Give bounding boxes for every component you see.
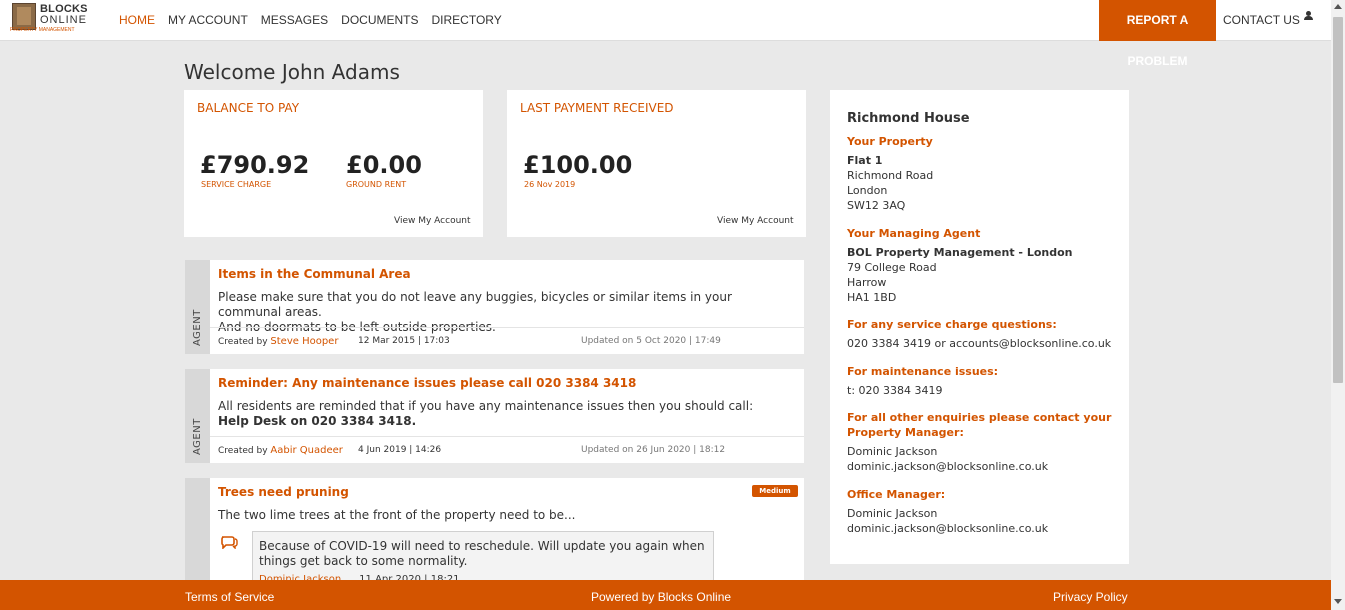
logo-text-3: PROPERTY MANAGEMENT [10,27,75,33]
post-author[interactable]: Steve Hooper [270,336,338,347]
page-title: Welcome John Adams [184,60,400,84]
post-body: All residents are reminded that if you h… [218,399,754,428]
post-tag: AGENT [185,260,210,354]
enquiries-heading: For all other enquiries please contact y… [847,411,1112,439]
post-side [185,478,210,580]
property-info-panel: Richmond House Your Property Flat 1 Rich… [830,90,1129,564]
news-post: AGENT Reminder: Any maintenance issues p… [185,369,804,463]
office-manager-heading: Office Manager: [847,488,946,501]
post-footer: Created by Aabir Quadeer 4 Jun 2019 | 14… [210,436,804,463]
building-name: Richmond House [847,111,970,126]
property-manager-contact: Dominic Jackson dominic.jackson@blockson… [847,445,1049,473]
page-scrollbar[interactable] [1331,0,1345,610]
contact-us-link[interactable]: CONTACT US [1223,13,1300,27]
property-heading: Your Property [847,135,933,148]
post-tag: AGENT [185,369,210,463]
view-my-account-link[interactable]: View My Account [394,216,471,226]
priority-badge: Medium [752,485,798,497]
main-menu: HOME MY ACCOUNT MESSAGES DOCUMENTS DIREC… [119,13,515,27]
page-footer: Terms of Service Powered by Blocks Onlin… [0,580,1331,610]
post-created: Created by Aabir Quadeer [218,445,343,456]
service-charge-amount: £790.92 [200,151,310,179]
balance-title: BALANCE TO PAY [197,101,300,115]
nav-my-account[interactable]: MY ACCOUNT [168,13,248,27]
view-my-account-link[interactable]: View My Account [717,216,794,226]
top-nav: BLOCKS ONLINE PROPERTY MANAGEMENT HOME M… [0,0,1331,68]
post-updated: Updated on 26 Jun 2020 | 18:12 [581,445,726,455]
report-problem-button[interactable]: REPORT A PROBLEM [1099,0,1216,68]
service-charge-heading: For any service charge questions: [847,318,1057,331]
nav-messages[interactable]: MESSAGES [261,13,328,27]
service-charge-contact: 020 3384 3419 or accounts@blocksonline.c… [847,337,1112,350]
nav-directory[interactable]: DIRECTORY [432,13,502,27]
comment-text: Because of COVID-19 will need to resched… [259,539,705,568]
news-post: AGENT Items in the Communal Area Please … [185,260,804,354]
logo-icon [12,3,36,30]
property-address: Flat 1 Richmond Road London SW12 3AQ [847,154,934,212]
scroll-thumb[interactable] [1333,17,1343,383]
balance-card: BALANCE TO PAY £790.92 SERVICE CHARGE £0… [184,90,483,237]
last-payment-date: 26 Nov 2019 [524,180,576,189]
service-charge-label: SERVICE CHARGE [201,180,272,189]
maintenance-heading: For maintenance issues: [847,365,999,378]
last-payment-amount: £100.00 [523,151,633,179]
scroll-down-icon[interactable] [1334,599,1342,604]
post-title[interactable]: Items in the Communal Area [218,267,411,281]
blocks-online-logo[interactable]: BLOCKS ONLINE PROPERTY MANAGEMENT [10,1,87,35]
scroll-up-icon[interactable] [1334,4,1342,9]
last-payment-card: LAST PAYMENT RECEIVED £100.00 26 Nov 201… [507,90,806,237]
nav-home[interactable]: HOME [119,13,155,27]
comment-icon [221,536,238,549]
post-footer: Created by Steve Hooper 12 Mar 2015 | 17… [210,327,804,354]
user-icon[interactable] [1303,11,1313,21]
post-title[interactable]: Reminder: Any maintenance issues please … [218,376,636,390]
logo-text-2: ONLINE [40,14,87,26]
terms-link[interactable]: Terms of Service [185,590,274,604]
post-title[interactable]: Trees need pruning [218,485,349,499]
office-manager-contact: Dominic Jackson dominic.jackson@blockson… [847,507,1049,535]
post-date: 4 Jun 2019 | 14:26 [358,445,442,455]
nav-documents[interactable]: DOCUMENTS [341,13,418,27]
maintenance-contact: t: 020 3384 3419 [847,384,943,397]
post-created: Created by Steve Hooper [218,336,339,347]
agent-heading: Your Managing Agent [847,227,981,240]
post-body: The two lime trees at the front of the p… [218,508,576,522]
last-payment-title: LAST PAYMENT RECEIVED [520,101,674,115]
post-author[interactable]: Aabir Quadeer [270,445,343,456]
ground-rent-amount: £0.00 [346,151,422,179]
ground-rent-label: GROUND RENT [346,180,407,189]
powered-by-link[interactable]: Powered by Blocks Online [591,590,731,604]
privacy-link[interactable]: Privacy Policy [1053,590,1128,604]
post-updated: Updated on 5 Oct 2020 | 17:49 [581,336,721,346]
agent-address: BOL Property Management - London 79 Coll… [847,246,1073,304]
post-date: 12 Mar 2015 | 17:03 [358,336,450,346]
